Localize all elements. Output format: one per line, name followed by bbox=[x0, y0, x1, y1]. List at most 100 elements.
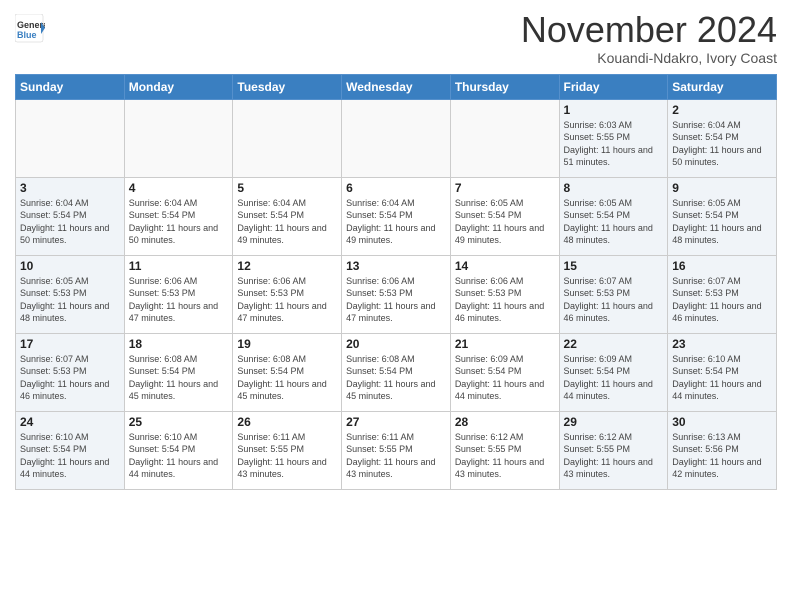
day-number: 13 bbox=[346, 259, 446, 273]
sunset-text: Sunset: 5:54 PM bbox=[129, 209, 229, 222]
daylight-text: Daylight: 11 hours and 44 minutes. bbox=[672, 378, 772, 403]
calendar-cell: 27Sunrise: 6:11 AMSunset: 5:55 PMDayligh… bbox=[342, 411, 451, 489]
daylight-text: Daylight: 11 hours and 44 minutes. bbox=[455, 378, 555, 403]
sunset-text: Sunset: 5:54 PM bbox=[346, 365, 446, 378]
calendar-cell: 1Sunrise: 6:03 AMSunset: 5:55 PMDaylight… bbox=[559, 99, 668, 177]
day-number: 5 bbox=[237, 181, 337, 195]
daylight-text: Daylight: 11 hours and 49 minutes. bbox=[346, 222, 446, 247]
day-info: Sunrise: 6:07 AMSunset: 5:53 PMDaylight:… bbox=[672, 275, 772, 325]
day-number: 25 bbox=[129, 415, 229, 429]
calendar-cell: 8Sunrise: 6:05 AMSunset: 5:54 PMDaylight… bbox=[559, 177, 668, 255]
day-info: Sunrise: 6:05 AMSunset: 5:54 PMDaylight:… bbox=[672, 197, 772, 247]
day-info: Sunrise: 6:04 AMSunset: 5:54 PMDaylight:… bbox=[672, 119, 772, 169]
calendar-week-1: 1Sunrise: 6:03 AMSunset: 5:55 PMDaylight… bbox=[16, 99, 777, 177]
daylight-text: Daylight: 11 hours and 44 minutes. bbox=[20, 456, 120, 481]
sunset-text: Sunset: 5:54 PM bbox=[129, 443, 229, 456]
sunset-text: Sunset: 5:55 PM bbox=[346, 443, 446, 456]
day-info: Sunrise: 6:13 AMSunset: 5:56 PMDaylight:… bbox=[672, 431, 772, 481]
day-info: Sunrise: 6:04 AMSunset: 5:54 PMDaylight:… bbox=[20, 197, 120, 247]
day-info: Sunrise: 6:06 AMSunset: 5:53 PMDaylight:… bbox=[455, 275, 555, 325]
logo-icon: General Blue bbox=[15, 14, 45, 44]
day-info: Sunrise: 6:11 AMSunset: 5:55 PMDaylight:… bbox=[237, 431, 337, 481]
day-number: 2 bbox=[672, 103, 772, 117]
daylight-text: Daylight: 11 hours and 48 minutes. bbox=[564, 222, 664, 247]
day-info: Sunrise: 6:06 AMSunset: 5:53 PMDaylight:… bbox=[237, 275, 337, 325]
calendar-cell: 19Sunrise: 6:08 AMSunset: 5:54 PMDayligh… bbox=[233, 333, 342, 411]
calendar-cell: 7Sunrise: 6:05 AMSunset: 5:54 PMDaylight… bbox=[450, 177, 559, 255]
daylight-text: Daylight: 11 hours and 45 minutes. bbox=[346, 378, 446, 403]
day-info: Sunrise: 6:05 AMSunset: 5:53 PMDaylight:… bbox=[20, 275, 120, 325]
day-info: Sunrise: 6:08 AMSunset: 5:54 PMDaylight:… bbox=[129, 353, 229, 403]
daylight-text: Daylight: 11 hours and 47 minutes. bbox=[237, 300, 337, 325]
daylight-text: Daylight: 11 hours and 43 minutes. bbox=[564, 456, 664, 481]
sunset-text: Sunset: 5:54 PM bbox=[346, 209, 446, 222]
calendar-cell: 25 Sunrise: 6:10 AMSunset: 5:54 PMDayligh… bbox=[124, 411, 233, 489]
sunrise-text: Sunrise: 6:04 AM bbox=[20, 197, 120, 210]
sunrise-text: Sunrise: 6:09 AM bbox=[455, 353, 555, 366]
day-number: 1 bbox=[564, 103, 664, 117]
sunrise-text: Sunrise: 6:06 AM bbox=[237, 275, 337, 288]
day-number: 22 bbox=[564, 337, 664, 351]
calendar-cell bbox=[342, 99, 451, 177]
sunrise-text: Sunrise: 6:05 AM bbox=[20, 275, 120, 288]
day-number: 11 bbox=[129, 259, 229, 273]
sunrise-text: Sunrise: 6:11 AM bbox=[346, 431, 446, 444]
day-number: 23 bbox=[672, 337, 772, 351]
sunset-text: Sunset: 5:54 PM bbox=[672, 365, 772, 378]
sunset-text: Sunset: 5:55 PM bbox=[237, 443, 337, 456]
day-info: Sunrise: 6:10 AMSunset: 5:54 PMDaylight:… bbox=[129, 431, 229, 481]
sunrise-text: Sunrise: 6:10 AM bbox=[129, 431, 229, 444]
page-header: General Blue November 2024 Kouandi-Ndakr… bbox=[15, 10, 777, 66]
calendar-cell: 10 Sunrise: 6:05 AMSunset: 5:53 PMDayligh… bbox=[16, 255, 125, 333]
weekday-header-sunday: Sunday bbox=[16, 74, 125, 99]
sunrise-text: Sunrise: 6:08 AM bbox=[346, 353, 446, 366]
day-number: 9 bbox=[672, 181, 772, 195]
day-number: 4 bbox=[129, 181, 229, 195]
day-number: 16 bbox=[672, 259, 772, 273]
sunset-text: Sunset: 5:53 PM bbox=[237, 287, 337, 300]
day-info: Sunrise: 6:09 AMSunset: 5:54 PMDaylight:… bbox=[564, 353, 664, 403]
sunset-text: Sunset: 5:54 PM bbox=[672, 209, 772, 222]
sunrise-text: Sunrise: 6:07 AM bbox=[20, 353, 120, 366]
calendar-cell: 13 Sunrise: 6:06 AMSunset: 5:53 PMDayligh… bbox=[342, 255, 451, 333]
sunrise-text: Sunrise: 6:11 AM bbox=[237, 431, 337, 444]
weekday-header-wednesday: Wednesday bbox=[342, 74, 451, 99]
sunrise-text: Sunrise: 6:06 AM bbox=[455, 275, 555, 288]
day-info: Sunrise: 6:12 AMSunset: 5:55 PMDaylight:… bbox=[455, 431, 555, 481]
daylight-text: Daylight: 11 hours and 46 minutes. bbox=[672, 300, 772, 325]
sunrise-text: Sunrise: 6:07 AM bbox=[564, 275, 664, 288]
daylight-text: Daylight: 11 hours and 48 minutes. bbox=[20, 300, 120, 325]
weekday-header-saturday: Saturday bbox=[668, 74, 777, 99]
svg-text:General: General bbox=[17, 20, 45, 30]
day-number: 10 bbox=[20, 259, 120, 273]
calendar-week-4: 17Sunrise: 6:07 AMSunset: 5:53 PMDayligh… bbox=[16, 333, 777, 411]
day-info: Sunrise: 6:10 AMSunset: 5:54 PMDaylight:… bbox=[672, 353, 772, 403]
calendar-page: General Blue November 2024 Kouandi-Ndakr… bbox=[0, 0, 792, 612]
weekday-header-friday: Friday bbox=[559, 74, 668, 99]
daylight-text: Daylight: 11 hours and 48 minutes. bbox=[672, 222, 772, 247]
weekday-header-row: SundayMondayTuesdayWednesdayThursdayFrid… bbox=[16, 74, 777, 99]
daylight-text: Daylight: 11 hours and 43 minutes. bbox=[237, 456, 337, 481]
day-info: Sunrise: 6:12 AMSunset: 5:55 PMDaylight:… bbox=[564, 431, 664, 481]
day-info: Sunrise: 6:06 AMSunset: 5:53 PMDaylight:… bbox=[346, 275, 446, 325]
sunset-text: Sunset: 5:54 PM bbox=[455, 209, 555, 222]
day-info: Sunrise: 6:08 AMSunset: 5:54 PMDaylight:… bbox=[237, 353, 337, 403]
day-number: 20 bbox=[346, 337, 446, 351]
day-number: 14 bbox=[455, 259, 555, 273]
sunrise-text: Sunrise: 6:10 AM bbox=[672, 353, 772, 366]
calendar-cell: 28Sunrise: 6:12 AMSunset: 5:55 PMDayligh… bbox=[450, 411, 559, 489]
day-number: 24 bbox=[20, 415, 120, 429]
sunrise-text: Sunrise: 6:05 AM bbox=[455, 197, 555, 210]
day-number: 12 bbox=[237, 259, 337, 273]
sunrise-text: Sunrise: 6:04 AM bbox=[346, 197, 446, 210]
sunrise-text: Sunrise: 6:06 AM bbox=[346, 275, 446, 288]
day-number: 30 bbox=[672, 415, 772, 429]
daylight-text: Daylight: 11 hours and 47 minutes. bbox=[346, 300, 446, 325]
daylight-text: Daylight: 11 hours and 45 minutes. bbox=[129, 378, 229, 403]
sunrise-text: Sunrise: 6:05 AM bbox=[672, 197, 772, 210]
day-info: Sunrise: 6:05 AMSunset: 5:54 PMDaylight:… bbox=[564, 197, 664, 247]
day-info: Sunrise: 6:05 AMSunset: 5:54 PMDaylight:… bbox=[455, 197, 555, 247]
daylight-text: Daylight: 11 hours and 42 minutes. bbox=[672, 456, 772, 481]
sunset-text: Sunset: 5:54 PM bbox=[564, 209, 664, 222]
calendar-cell: 18Sunrise: 6:08 AMSunset: 5:54 PMDayligh… bbox=[124, 333, 233, 411]
